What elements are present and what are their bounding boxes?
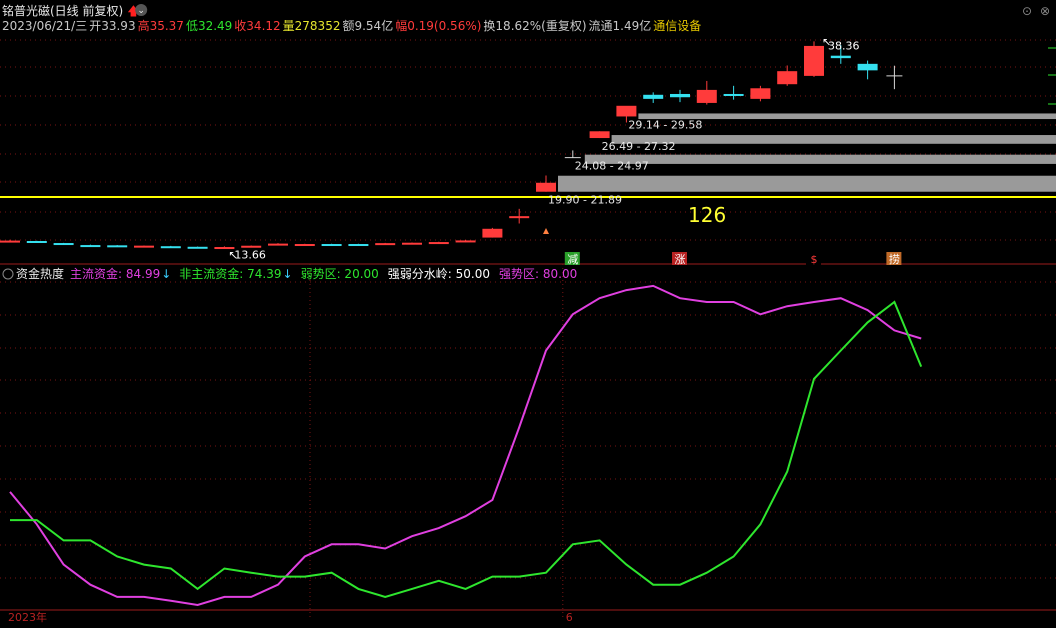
- candle-body: [428, 242, 449, 245]
- signal-marker: 减: [567, 253, 578, 266]
- indicator-value: 非主流资金: 74.39: [179, 266, 281, 281]
- chart-labels: 19.90 - 21.89 24.08 - 24.97 26.49 - 27.32 2…: [8, 35, 902, 624]
- indicator-value: 弱势区: 20.00: [301, 267, 379, 281]
- candle-body: [53, 243, 74, 246]
- price-band-label: 19.90 - 21.89: [548, 194, 622, 207]
- candlestick-series: [0, 41, 903, 250]
- signal-marker: 捞: [889, 253, 900, 266]
- candle-body: [294, 244, 315, 247]
- candle-body: [321, 244, 342, 247]
- high-arrow: ↖: [822, 35, 831, 48]
- candle-body: [536, 182, 556, 192]
- indicator-value: 强势区: 80.00: [499, 267, 577, 281]
- signal-marker: $: [811, 253, 818, 266]
- low-annotation: 13.66: [234, 249, 266, 262]
- stock-title: 铭普光磁(日线 前复权): [2, 3, 123, 18]
- grid-lines: [0, 39, 1056, 620]
- indicator-line-main: [9, 284, 922, 607]
- down-arrow-icon: ↓: [283, 267, 293, 281]
- high-annotation: 38.36: [828, 39, 860, 52]
- low-arrow: ↖: [228, 249, 237, 262]
- candle-body: [482, 228, 503, 238]
- candle-body: [589, 131, 610, 139]
- price-band-label: 29.14 - 29.58: [628, 118, 702, 131]
- candle-body: [107, 245, 128, 248]
- quote-field: 额9.54亿: [342, 18, 393, 33]
- quote-field: 通信设备: [653, 19, 701, 33]
- quote-field: 幅0.19(0.56%): [395, 18, 481, 33]
- indicator-value: 强弱分水岭: 50.00: [388, 267, 490, 281]
- price-bands: [0, 113, 1056, 198]
- candle-body: [26, 241, 47, 244]
- price-band: [558, 175, 1056, 192]
- candle-body: [268, 243, 288, 246]
- candle-body: [0, 240, 20, 243]
- price-band: [611, 135, 1056, 144]
- chart-canvas: 19.90 - 21.89 24.08 - 24.97 26.49 - 27.32 2…: [0, 3, 1056, 624]
- candle-body: [750, 88, 771, 99]
- price-band-label: 24.08 - 24.97: [575, 160, 649, 173]
- candle-body: [134, 245, 154, 248]
- quote-field: 高35.37: [138, 18, 184, 33]
- candle-body: [241, 245, 262, 248]
- quote-field: 开33.93: [89, 19, 135, 33]
- quote-field: 流通1.49亿: [589, 18, 652, 33]
- quote-field: 收34.12: [234, 19, 280, 33]
- candle-body: [723, 93, 744, 96]
- candle-body: [509, 216, 530, 219]
- indicator-value: 主流资金: 84.99: [70, 266, 160, 281]
- candle-body: [696, 89, 717, 103]
- candle-body: [187, 246, 208, 249]
- candle-body: [804, 45, 824, 76]
- quote-field: 低32.49: [186, 19, 232, 33]
- indicator-settings-icon: [2, 268, 14, 280]
- candle-body: [160, 246, 181, 249]
- candle-body: [670, 93, 690, 98]
- indicator-lines: [9, 284, 923, 607]
- candle-body: [402, 242, 422, 245]
- candle-body: [375, 243, 396, 246]
- triangle-marker: [543, 228, 549, 234]
- candle-body: [643, 94, 664, 99]
- chevron-down-icon: ⌄: [137, 6, 145, 16]
- price-band: [584, 154, 1056, 164]
- candle-body: [857, 63, 878, 71]
- candle-body: [830, 55, 851, 59]
- indicator-name: 资金热度: [16, 266, 64, 281]
- candle-body: [455, 240, 476, 243]
- settings-icon: ⊙: [1022, 4, 1032, 18]
- indicator-line-other: [10, 300, 923, 598]
- chart-window: 19.90 - 21.89 24.08 - 24.97 26.49 - 27.32 2…: [0, 0, 1056, 624]
- candle-body: [348, 244, 369, 247]
- signal-marker: 涨: [675, 253, 686, 266]
- close-icon: ⊗: [1040, 4, 1050, 18]
- price-band-label: 26.49 - 27.32: [602, 140, 676, 153]
- count-annotation: 126: [688, 203, 726, 227]
- candle-body: [80, 245, 101, 248]
- candle-body: [777, 71, 798, 85]
- candle-body: [616, 105, 637, 117]
- month-label: 6: [566, 611, 573, 624]
- year-label: 2023年: [8, 610, 47, 624]
- quote-field: 换18.62%(重复权): [483, 19, 586, 33]
- quote-field: 2023/06/21/三: [2, 19, 87, 33]
- quote-field: 量278352: [283, 19, 341, 33]
- down-arrow-icon: ↓: [161, 267, 171, 281]
